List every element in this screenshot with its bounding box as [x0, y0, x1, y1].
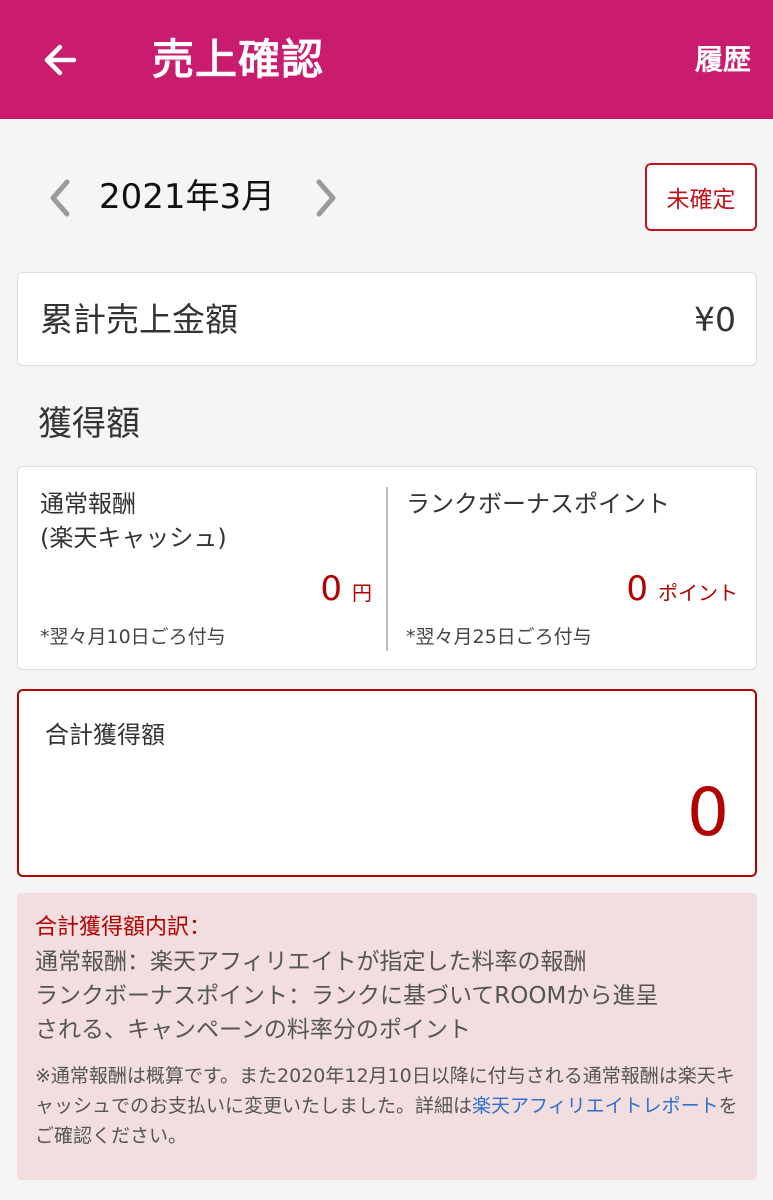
regular-reward-unit: 円: [352, 581, 372, 605]
breakdown-title: 合計獲得額内訳：: [35, 915, 212, 940]
prev-month-button[interactable]: [40, 178, 80, 218]
regular-reward-note: *翌々月10日ごろ付与: [40, 626, 226, 648]
grand-total-value: 0: [687, 774, 729, 851]
regular-reward-title-line1: 通常報酬: [40, 490, 136, 518]
grand-total-card: 合計獲得額 0: [17, 689, 757, 877]
breakdown-line-bonus: ランクボーナスポイント：ランクに基づいてROOMから進呈: [35, 983, 659, 1009]
total-sales-card: 累計売上金額 ¥0: [17, 272, 757, 366]
rank-bonus-value: 0: [626, 569, 648, 609]
affiliate-report-link[interactable]: 楽天アフィリエイトレポート: [472, 1095, 719, 1117]
breakdown-line-regular: 通常報酬：楽天アフィリエイトが指定した料率の報酬: [35, 949, 587, 975]
regular-reward-title: 通常報酬 (楽天キャッシュ): [40, 487, 227, 555]
back-button[interactable]: [34, 34, 86, 86]
next-month-button[interactable]: [306, 178, 346, 218]
total-sales-label: 累計売上金額: [40, 300, 238, 339]
regular-reward-value: 0: [320, 569, 342, 609]
rank-bonus-column: ランクボーナスポイント 0 ポイント *翌々月25日ごろ付与: [388, 467, 758, 671]
month-label: 2021年3月: [99, 177, 276, 217]
rank-bonus-amount: 0 ポイント: [626, 567, 738, 615]
history-button[interactable]: 履歴: [695, 40, 751, 80]
earnings-heading: 獲得額: [38, 404, 140, 444]
total-sales-value: ¥0: [694, 300, 736, 339]
regular-reward-amount: 0 円: [320, 567, 372, 615]
regular-reward-title-line2: (楽天キャッシュ): [40, 524, 227, 552]
breakdown-info-box: 合計獲得額内訳： 通常報酬：楽天アフィリエイトが指定した料率の報酬 ランクボーナ…: [17, 893, 757, 1180]
unconfirmed-status-button[interactable]: 未確定: [645, 163, 757, 231]
rank-bonus-note: *翌々月25日ごろ付与: [406, 626, 592, 648]
grand-total-label: 合計獲得額: [45, 721, 165, 749]
chevron-left-icon: [50, 179, 70, 217]
rank-bonus-unit: ポイント: [658, 581, 738, 605]
app-bar: 売上確認 履歴: [0, 0, 773, 119]
rank-bonus-title: ランクボーナスポイント: [406, 490, 670, 518]
earnings-card: 通常報酬 (楽天キャッシュ) 0 円 *翌々月10日ごろ付与 ランクボーナスポイ…: [17, 466, 757, 670]
breakdown-line-bonus-cont: される、キャンペーンの料率分のポイント: [35, 1017, 471, 1043]
chevron-right-icon: [316, 179, 336, 217]
page-title: 売上確認: [152, 35, 325, 84]
arrow-left-icon: [44, 44, 77, 76]
month-navigator: 2021年3月 未確定: [0, 160, 773, 236]
regular-reward-column: 通常報酬 (楽天キャッシュ) 0 円 *翌々月10日ごろ付与: [18, 467, 386, 671]
breakdown-note: ※通常報酬は概算です。また2020年12月10日以降に付与される通常報酬は楽天キ…: [35, 1061, 739, 1151]
